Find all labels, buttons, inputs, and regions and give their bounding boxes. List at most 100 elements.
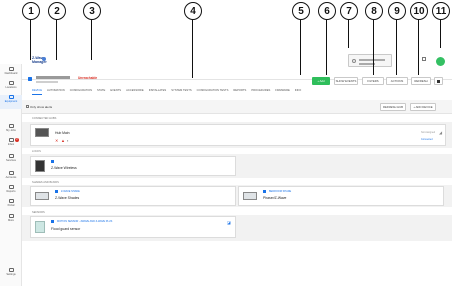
- sidebar-item-settings[interactable]: Settings: [0, 268, 22, 276]
- lock-icon: ▪: [67, 138, 69, 143]
- sidebar-item-more[interactable]: More: [0, 214, 22, 222]
- tab-installates[interactable]: INSTALLATES: [149, 89, 167, 95]
- sidebar-item-inbox[interactable]: 2 Inbox: [0, 138, 22, 146]
- tab-device[interactable]: DEVICE: [32, 89, 43, 95]
- callout-5: 5: [292, 2, 310, 20]
- callout-2: 2: [48, 2, 66, 20]
- tab-reports[interactable]: REPORTS: [233, 89, 246, 95]
- select-checkbox[interactable]: [28, 77, 32, 81]
- hub-device-image: [35, 128, 49, 137]
- dashboard-icon: [8, 67, 14, 71]
- tab-automation[interactable]: AUTOMATION: [47, 89, 65, 95]
- device-badge: [51, 220, 54, 223]
- refresh-hub-button[interactable]: REFRESH HUB: [380, 103, 406, 111]
- callout-pointer: [396, 20, 398, 75]
- warning-icon: ▲: [61, 138, 65, 143]
- gear-icon: [352, 59, 356, 63]
- sidebar-item-jobs[interactable]: My Jobs: [0, 124, 22, 132]
- tab-configuration[interactable]: CONFIGURATION: [70, 89, 92, 95]
- callout-3: 3: [83, 2, 101, 20]
- sidebar-label: Reports: [6, 190, 16, 193]
- device-model: BEDROOM SHADE: [269, 190, 292, 193]
- tab-procedures[interactable]: PROCEDURES: [251, 89, 270, 95]
- checkbox[interactable]: [26, 105, 29, 108]
- device-card-sensor[interactable]: MOTION SENSOR - ZWAVE AND Z-WAVE PLUS Fl…: [30, 216, 236, 238]
- add-device-button[interactable]: + ADD DEVICE: [410, 103, 436, 111]
- signal-icon: ◢: [439, 130, 443, 135]
- device-label: Z-Wave Shades: [55, 196, 80, 200]
- tab-system-tests[interactable]: SYSTEM TESTS: [171, 89, 191, 95]
- callout-pointer: [56, 20, 58, 60]
- callout-8: 8: [365, 2, 383, 20]
- inbox-badge: 2: [15, 138, 19, 142]
- sidebar-item-portal[interactable]: Portal: [0, 199, 22, 207]
- group-locks: Z-Wave Wireless: [22, 154, 452, 178]
- more-icon: [437, 79, 440, 83]
- group-title: SHADES AND BLINDS: [32, 181, 59, 184]
- remove-icon[interactable]: ✕: [55, 138, 58, 143]
- sidebar-item-equipment[interactable]: Equipment: [0, 95, 22, 109]
- tab-state[interactable]: STATE: [97, 89, 105, 95]
- avatar[interactable]: [436, 57, 445, 66]
- sidebar-label: My Jobs: [6, 129, 16, 132]
- sidebar-item-services[interactable]: Services: [0, 154, 22, 162]
- jobs-icon: [8, 124, 14, 128]
- shade-device-image: [243, 192, 257, 200]
- sidebar-item-dashboard[interactable]: Dashboard: [0, 67, 22, 75]
- callout-pointer: [326, 20, 328, 75]
- sidebar-label: Locations: [5, 86, 17, 89]
- sidebar-label: Settings: [6, 273, 16, 276]
- device-sub-bar: [36, 81, 58, 83]
- group-shades: Z-WAVE SHADE Z-Wave Shades BEDROOM SHADE…: [22, 185, 452, 207]
- callout-pointer: [440, 20, 442, 48]
- sensor-device-image: [35, 221, 45, 233]
- device-model: Z-WAVE SHADE: [61, 190, 80, 193]
- callout-7: 7: [340, 2, 358, 20]
- tab-config-tests[interactable]: CONFIGURATION TESTS: [197, 89, 229, 95]
- callout-pointer: [348, 20, 350, 48]
- hub-icon[interactable]: [422, 57, 426, 61]
- group-title: SENSORS: [32, 211, 45, 214]
- refresh-button[interactable]: REFRESH: [411, 77, 431, 85]
- callout-6: 6: [318, 2, 336, 20]
- add-button[interactable]: + Add: [312, 77, 330, 85]
- device-label: Z-Wave Wireless: [51, 166, 77, 170]
- more-button[interactable]: [434, 77, 443, 85]
- only-alerts-label: Only show alerts: [30, 105, 53, 109]
- more-icon: [8, 214, 14, 218]
- tab-accessories[interactable]: ACCESSORIE: [126, 89, 144, 95]
- link-icon[interactable]: ◪: [227, 220, 231, 225]
- sidebar-label: Portal: [7, 204, 15, 207]
- device-label: Flood guard sensor: [51, 227, 81, 231]
- device-label: Hub Main: [55, 131, 70, 135]
- tab-firmware[interactable]: FIRMWARE: [275, 89, 290, 95]
- device-label: Phaser/Z-Wave: [263, 196, 287, 200]
- sidebar: Dashboard Locations Equipment My Jobs 2 …: [0, 64, 22, 286]
- sidebar-item-accounts[interactable]: Accounts: [0, 171, 22, 179]
- device-selector[interactable]: [348, 54, 392, 67]
- group-title: CONNECTED HUBS: [32, 117, 57, 120]
- accounts-icon: [8, 171, 14, 175]
- sidebar-item-reports[interactable]: Reports: [0, 185, 22, 193]
- device-card-hub[interactable]: Hub Main ✕ ▲ ▪ Not Assigned Connected ◢: [30, 124, 446, 146]
- show-events-button[interactable]: SHOW EVENTS: [334, 77, 358, 85]
- lock-device-image: [35, 160, 45, 172]
- device-badge: [55, 190, 58, 193]
- tab-info[interactable]: INFO: [295, 89, 301, 95]
- filters-button[interactable]: FILTERS: [362, 77, 384, 85]
- device-header: Z-Wave Manager Unreachable + Add SHOW EV…: [22, 54, 452, 85]
- callout-pointer: [91, 20, 93, 60]
- brand-icon: [42, 57, 46, 61]
- selector-line: [359, 59, 385, 61]
- device-status: Unreachable: [78, 76, 98, 80]
- device-card-lock[interactable]: Z-Wave Wireless: [30, 156, 236, 176]
- actions-button[interactable]: ACTIONS: [386, 77, 408, 85]
- group-title: LOCKS: [32, 150, 41, 153]
- group-sensors: MOTION SENSOR - ZWAVE AND Z-WAVE PLUS Fl…: [22, 215, 452, 241]
- device-card-shade-2[interactable]: BEDROOM SHADE Phaser/Z-Wave: [238, 186, 444, 206]
- tab-events[interactable]: EVENTS: [110, 89, 121, 95]
- sidebar-label: More: [8, 219, 14, 222]
- sidebar-label: Services: [6, 159, 16, 162]
- device-card-shade-1[interactable]: Z-WAVE SHADE Z-Wave Shades: [30, 186, 236, 206]
- sidebar-item-locations[interactable]: Locations: [0, 81, 22, 89]
